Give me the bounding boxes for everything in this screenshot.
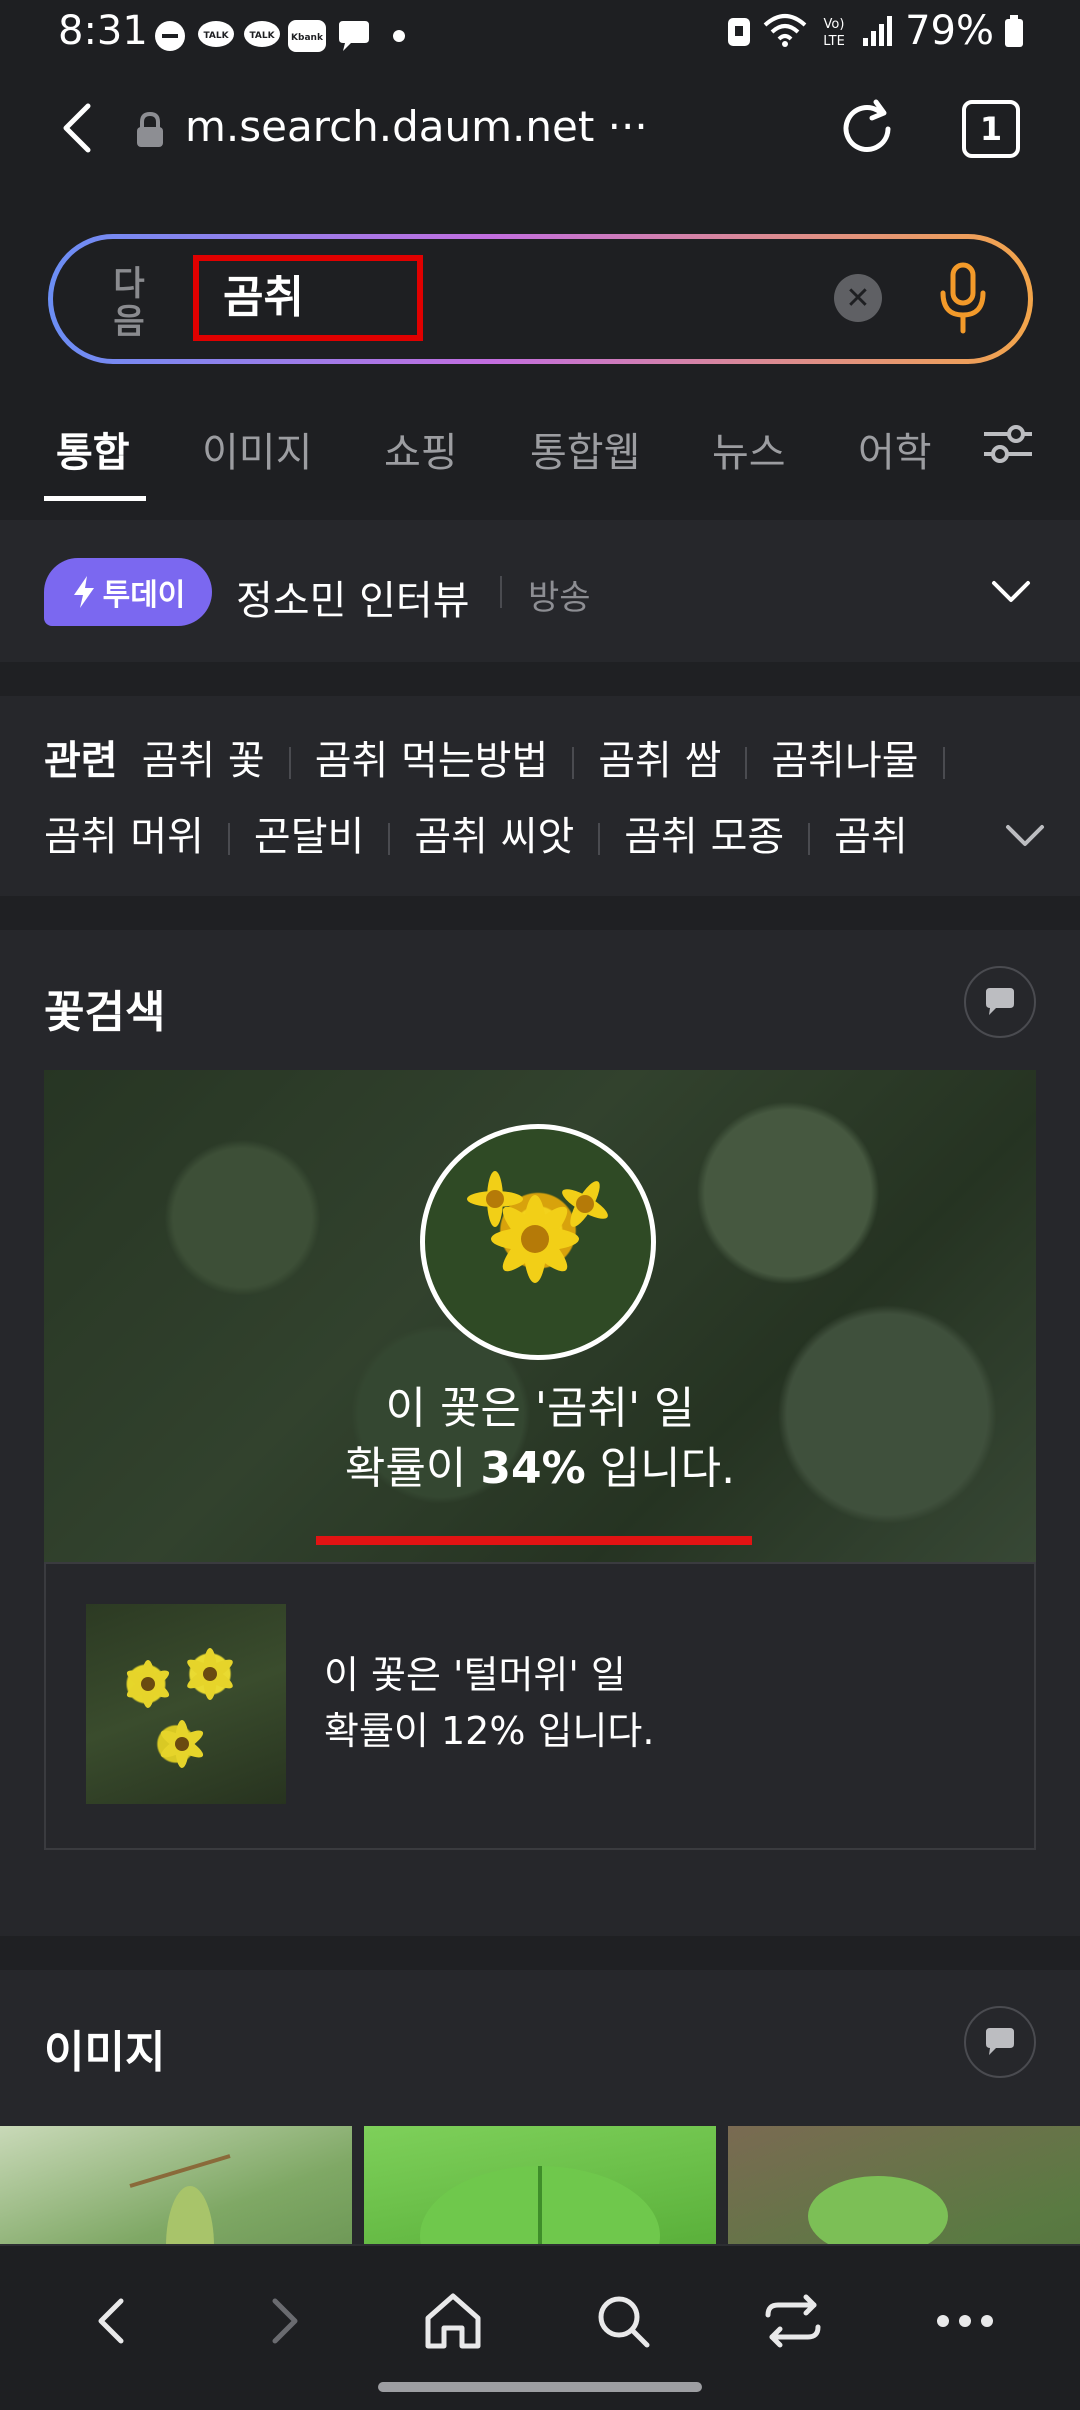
related-link[interactable]: 곰취 씨앗 xyxy=(414,814,574,860)
lightning-icon xyxy=(73,576,94,608)
related-link[interactable]: 곰취 쌈 xyxy=(598,738,721,784)
clear-search-icon[interactable]: ✕ xyxy=(834,274,882,322)
svg-text:TALK: TALK xyxy=(249,31,275,41)
related-link[interactable]: 곰취 xyxy=(834,814,908,860)
back-icon[interactable] xyxy=(68,2276,158,2366)
related-row-1: 관련 곰취 꽃 곰취 먹는방법 곰취 쌈 곰취나물 xyxy=(44,728,969,786)
more-icon[interactable] xyxy=(920,2276,1010,2366)
do-not-disturb-icon xyxy=(152,18,188,54)
today-category: 방송 xyxy=(528,578,591,618)
svg-text:Kbank: Kbank xyxy=(291,33,324,43)
related-link[interactable]: 곰취 모종 xyxy=(624,814,784,860)
related-link[interactable]: 곤달비 xyxy=(254,814,364,860)
divider xyxy=(500,576,502,608)
search-box[interactable]: 다음 곰취 ✕ xyxy=(48,234,1033,364)
result-percent: 34% xyxy=(480,1443,586,1494)
tabs-switch-icon[interactable] xyxy=(748,2276,838,2366)
related-link[interactable]: 곰취 먹는방법 xyxy=(315,738,549,784)
kbank-icon: Kbank xyxy=(286,18,328,54)
result-prefix: 확률이 xyxy=(344,1443,481,1494)
related-row-2: 곰취 머위 곤달비 곰취 씨앗 곰취 모종 곰취 xyxy=(44,804,944,862)
clock: 8:31 xyxy=(58,8,148,54)
today-badge: 투데이 xyxy=(44,558,212,626)
chat-bubble-icon xyxy=(334,18,374,54)
alt-result-line2: 확률이 12% 입니다. xyxy=(324,1709,655,1753)
status-bar: 8:31 TALK TALK Kbank Vo) LTE 79% xyxy=(0,0,1080,72)
volte-icon: Vo) LTE xyxy=(823,17,845,49)
flower-photo xyxy=(420,1124,656,1360)
related-link[interactable]: 곰취 머위 xyxy=(44,814,204,860)
comment-icon[interactable] xyxy=(964,2006,1036,2078)
highlight-underline xyxy=(316,1536,752,1545)
system-status: Vo) LTE 79% xyxy=(725,8,1024,54)
related-link[interactable]: 곰취 꽃 xyxy=(142,738,265,784)
dot-icon xyxy=(392,18,406,54)
battery-icon xyxy=(1005,15,1023,47)
result-text-line1: 이 꽃은 '곰취' 일 xyxy=(385,1383,695,1434)
search-icon[interactable] xyxy=(578,2276,668,2366)
related-link[interactable]: 곰취나물 xyxy=(771,738,918,784)
flower-thumbnail xyxy=(86,1604,286,1804)
microphone-icon[interactable] xyxy=(933,261,993,337)
flower-search-panel: 꽃검색 이 꽃은 '곰취' 일 확률이 34% 입니다. 이 꽃은 '털머위' … xyxy=(0,930,1080,1936)
svg-text:Vo): Vo) xyxy=(824,17,845,32)
result-suffix: 입니다. xyxy=(585,1443,736,1494)
chevron-down-icon[interactable] xyxy=(1000,810,1050,860)
daum-logo[interactable]: 다음 xyxy=(105,265,153,341)
tab-images[interactable]: 이미지 xyxy=(202,420,312,478)
alternative-result-card[interactable]: 이 꽃은 '털머위' 일 확률이 12% 입니다. xyxy=(44,1562,1036,1850)
home-icon[interactable] xyxy=(408,2276,498,2366)
today-title[interactable]: 정소민 인터뷰 xyxy=(236,568,470,626)
related-searches-panel: 관련 곰취 꽃 곰취 먹는방법 곰취 쌈 곰취나물 곰취 머위 곤달비 곰취 씨앗 곰취 모종… xyxy=(0,696,1080,896)
kakaotalk-icon: TALK xyxy=(242,18,282,54)
tab-news[interactable]: 뉴스 xyxy=(712,420,786,478)
tab-web[interactable]: 통합웹 xyxy=(530,420,640,478)
url-field[interactable]: m.search.daum.net ··· xyxy=(185,102,648,151)
alarm-icon xyxy=(728,18,751,46)
tab-dictionary[interactable]: 어학 xyxy=(858,420,958,478)
flower-result-hero[interactable]: 이 꽃은 '곰취' 일 확률이 34% 입니다. xyxy=(44,1070,1036,1562)
svg-text:TALK: TALK xyxy=(203,31,229,41)
chevron-down-icon[interactable] xyxy=(986,566,1036,616)
search-header: 다음 곰취 ✕ 통합 이미지 쇼핑 통합웹 뉴스 어학 xyxy=(0,188,1080,501)
search-query[interactable]: 곰취 xyxy=(193,255,423,341)
home-indicator[interactable] xyxy=(378,2382,702,2392)
alt-result-line1: 이 꽃은 '털머위' 일 xyxy=(324,1653,626,1697)
svg-text:LTE: LTE xyxy=(823,34,845,49)
lock-icon xyxy=(132,110,172,150)
search-tabs: 통합 이미지 쇼핑 통합웹 뉴스 어학 xyxy=(0,398,1080,501)
comment-icon[interactable] xyxy=(964,966,1036,1038)
today-badge-label: 투데이 xyxy=(102,578,186,613)
refresh-icon[interactable] xyxy=(832,94,902,164)
today-panel[interactable]: 투데이 정소민 인터뷰 방송 xyxy=(0,520,1080,662)
back-arrow-icon[interactable] xyxy=(50,98,110,158)
kakaotalk-icon: TALK xyxy=(196,18,236,54)
tab-shopping[interactable]: 쇼핑 xyxy=(384,420,458,478)
section-title: 이미지 xyxy=(44,2027,166,2078)
active-tab-indicator xyxy=(44,496,146,501)
browser-toolbar: m.search.daum.net ··· 1 xyxy=(0,72,1080,190)
tab-all[interactable]: 통합 xyxy=(56,420,130,478)
related-label: 관련 xyxy=(44,738,118,784)
section-title: 꽃검색 xyxy=(44,987,166,1038)
battery-percent: 79% xyxy=(905,8,994,54)
wifi-icon xyxy=(763,14,807,47)
signal-icon xyxy=(863,16,893,46)
forward-icon[interactable] xyxy=(238,2276,328,2366)
filter-settings-icon[interactable] xyxy=(976,412,1040,476)
result-text-line2: 확률이 34% 입니다. xyxy=(44,1432,1036,1496)
tab-count-button[interactable]: 1 xyxy=(962,100,1020,158)
